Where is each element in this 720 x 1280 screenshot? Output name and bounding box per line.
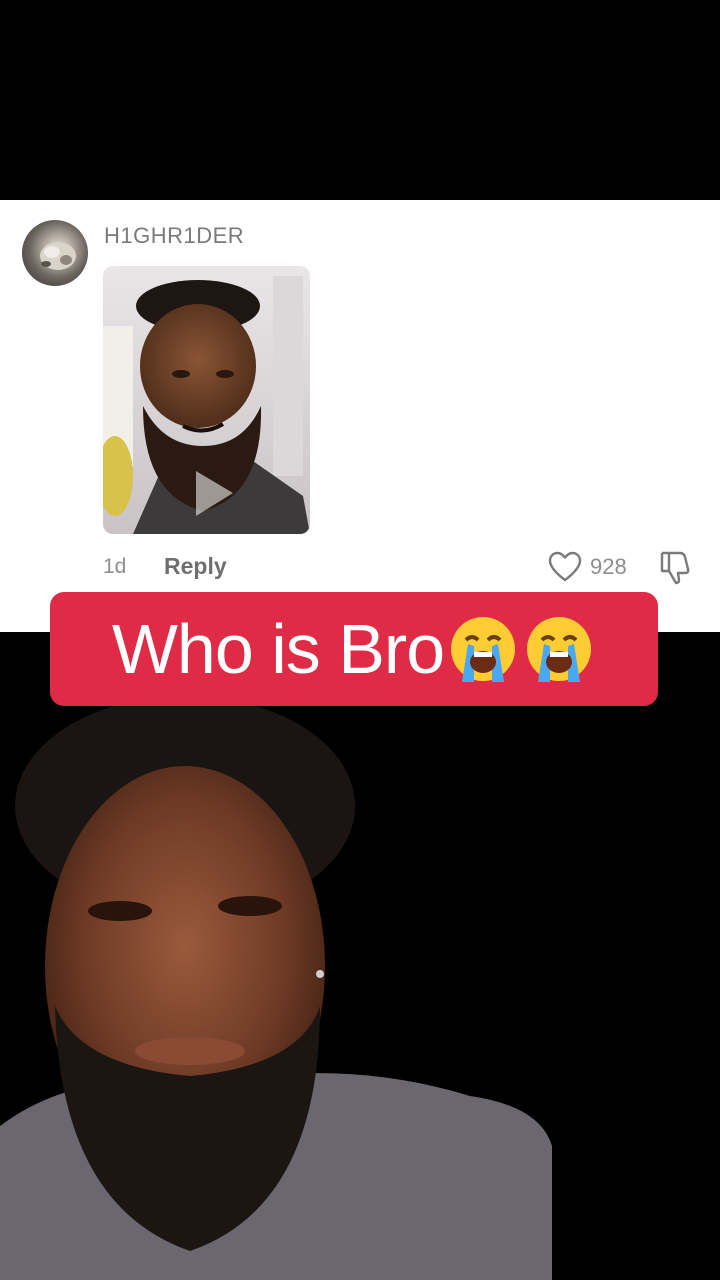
caption-banner: Who is Bro <box>50 592 658 706</box>
caption-text: Who is Bro <box>111 610 445 688</box>
like-button[interactable]: 928 <box>548 549 627 585</box>
like-count: 928 <box>590 554 627 579</box>
comment-video-thumbnail[interactable] <box>103 266 310 534</box>
heart-icon <box>548 551 582 582</box>
crying-face-icon <box>527 617 592 682</box>
crying-face-icon <box>451 617 516 682</box>
video-person <box>0 706 720 1280</box>
dislike-button[interactable] <box>658 549 692 585</box>
username[interactable]: H1GHR1DER <box>104 223 244 249</box>
reply-button[interactable]: Reply <box>164 553 227 580</box>
comment-card: H1GHR1DER 1d Reply 928 <box>0 200 720 632</box>
thumbs-down-icon <box>660 551 690 585</box>
avatar-image <box>40 242 76 270</box>
comment-time: 1d <box>103 555 127 578</box>
avatar[interactable] <box>22 220 88 286</box>
